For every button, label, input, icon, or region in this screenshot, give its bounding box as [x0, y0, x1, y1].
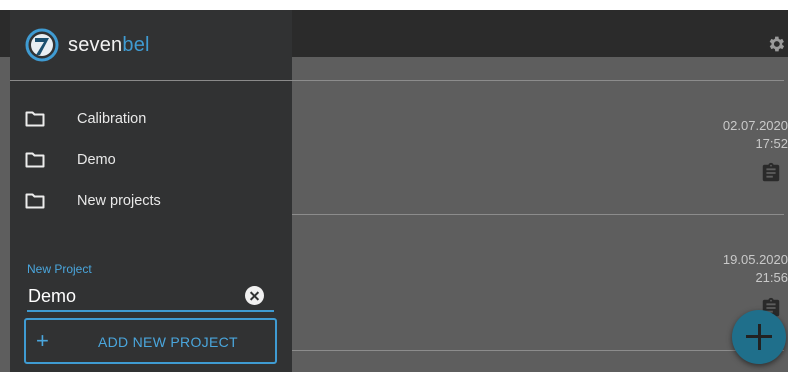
folder-icon	[25, 111, 45, 127]
folder-icon	[25, 193, 45, 209]
list-divider	[292, 80, 784, 81]
clipboard-icon[interactable]	[760, 162, 782, 184]
clear-icon[interactable]	[245, 286, 264, 305]
drawer-item-label: Demo	[77, 152, 116, 168]
new-project-input[interactable]	[27, 282, 274, 312]
plus-icon: +	[36, 328, 49, 353]
sevenbel-logo-icon	[25, 28, 59, 62]
header-divider	[10, 80, 292, 81]
add-fab-button[interactable]	[732, 310, 786, 364]
list-divider	[292, 214, 784, 215]
project-date: 19.05.2020	[722, 252, 788, 267]
folder-icon	[25, 152, 45, 168]
brand-header: sevenbel	[10, 10, 292, 80]
project-date: 02.07.2020	[722, 118, 788, 133]
drawer-item-calibration[interactable]: Calibration	[10, 100, 292, 140]
project-time: 17:52	[755, 136, 788, 151]
brand-name: sevenbel	[68, 34, 150, 56]
list-divider	[292, 350, 784, 351]
drawer-item-demo[interactable]: Demo	[10, 141, 292, 181]
add-new-project-button[interactable]: + ADD NEW PROJECT	[24, 318, 277, 364]
drawer-item-label: Calibration	[77, 111, 147, 127]
drawer-item-new-projects[interactable]: New projects	[10, 182, 292, 222]
project-time: 21:56	[755, 270, 788, 285]
drawer-item-label: New projects	[77, 193, 161, 209]
new-project-label: New Project	[27, 262, 92, 276]
gear-icon[interactable]	[766, 34, 786, 54]
navigation-drawer: sevenbel Calibration Demo New projects N…	[10, 10, 292, 372]
add-new-project-label: ADD NEW PROJECT	[98, 334, 238, 350]
